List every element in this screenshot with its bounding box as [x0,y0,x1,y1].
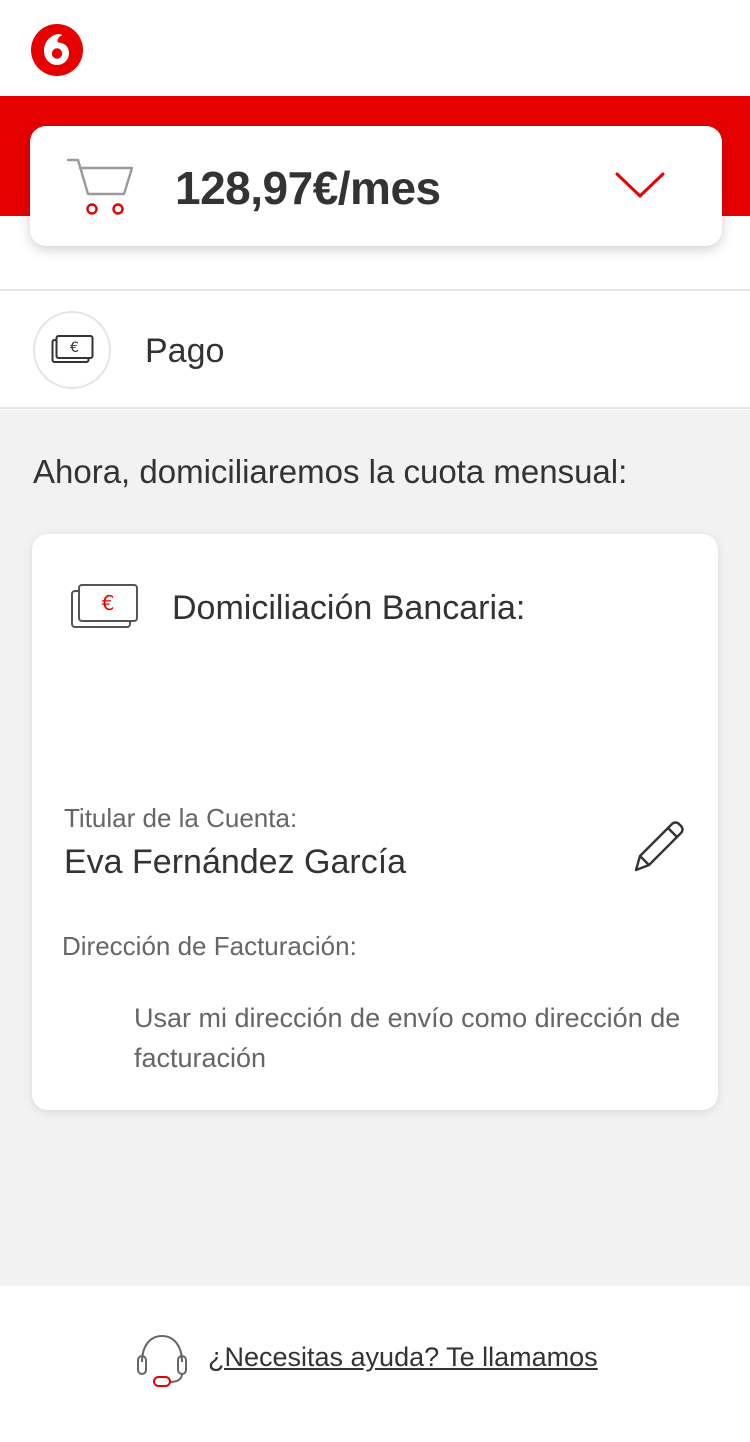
step-icon-circle: € [33,311,111,389]
monthly-price: 128,97€/mes [175,162,441,214]
direct-debit-card: € Domiciliación Bancaria: Titular de la … [32,534,718,1110]
main-content: Ahora, domiciliaremos la cuota mensual: … [0,410,750,1286]
top-bar [0,0,750,96]
billing-address-label: Dirección de Facturación: [62,931,357,961]
bank-money-icon: € [71,584,138,628]
svg-text:€: € [102,591,115,615]
payment-money-icon: € [51,335,94,363]
use-shipping-address-option[interactable]: Usar mi dirección de envío como direcció… [134,998,694,1078]
headset-icon [137,1334,187,1387]
step-label: Pago [145,332,225,370]
card-title: Domiciliación Bancaria: [172,589,526,627]
account-holder-name: Eva Fernández García [64,843,407,881]
help-call-link[interactable]: ¿Necesitas ayuda? Te llamamos [208,1340,598,1374]
price-summary-card[interactable]: 128,97€/mes [30,126,722,246]
svg-text:€: € [70,340,79,356]
help-footer: ¿Necesitas ayuda? Te llamamos [0,1286,750,1442]
pencil-icon[interactable] [632,818,684,874]
vodafone-logo-icon[interactable] [31,24,83,76]
step-header-payment: € Pago [0,291,750,409]
shopping-cart-icon [66,158,134,215]
chevron-down-icon[interactable] [614,168,666,202]
intro-text: Ahora, domiciliaremos la cuota mensual: [33,453,628,490]
account-holder-label: Titular de la Cuenta: [64,803,298,833]
